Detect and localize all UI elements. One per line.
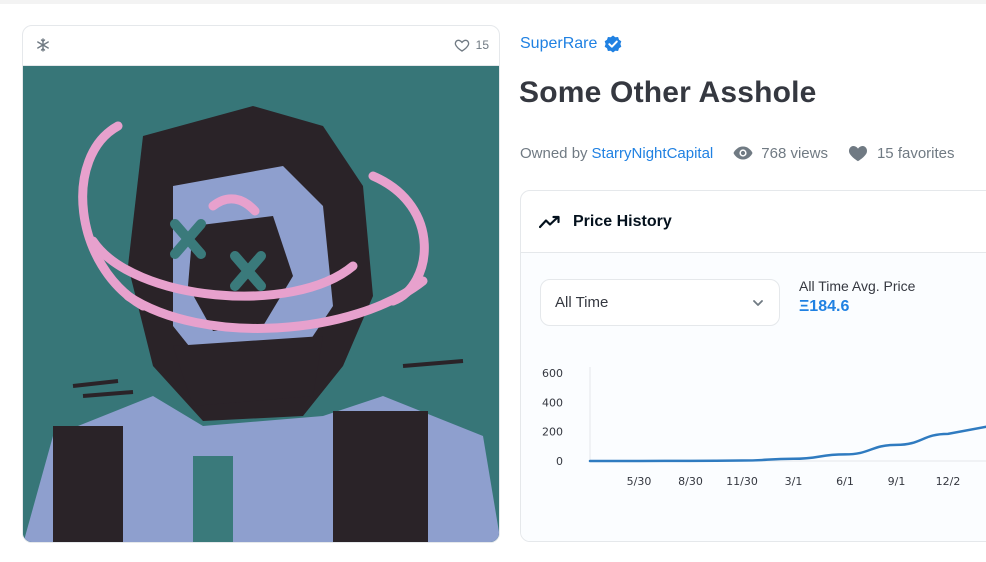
chevron-down-icon	[751, 296, 765, 310]
y-tick-label: 0	[556, 455, 563, 468]
y-tick-label: 600	[542, 367, 563, 380]
favorite-count: 15	[475, 38, 489, 52]
x-tick-label: 11/30	[726, 475, 758, 488]
price-history-chart: 600 400 200 0 5/30 8/30 11/30 3/1 6/1 9/1 12/2	[542, 367, 986, 488]
price-history-title: Price History	[573, 212, 672, 230]
x-tick-label: 6/1	[836, 475, 854, 488]
snowflake-icon	[35, 37, 51, 53]
favorite-button[interactable]: 15	[454, 37, 489, 53]
trending-up-icon	[538, 215, 561, 229]
price-series-line	[588, 425, 986, 463]
x-tick-label: 5/30	[627, 475, 652, 488]
y-tick-label: 200	[542, 426, 563, 439]
avg-price-block: All Time Avg. Price Ξ184.6	[799, 278, 915, 316]
price-history-body: All Time All Time Avg. Price Ξ184.6 600 4…	[521, 253, 986, 541]
avg-price-value: Ξ184.6	[799, 298, 850, 315]
y-tick-label: 400	[542, 396, 563, 409]
price-history-panel: Price History All Time All Time Avg. Pri…	[520, 190, 986, 542]
owned-by-label: Owned by	[520, 144, 588, 162]
x-tick-label: 3/1	[785, 475, 803, 488]
nft-artwork-image[interactable]	[23, 66, 499, 542]
collection-row: SuperRare	[520, 34, 623, 54]
nft-card: 15	[22, 25, 500, 543]
favorites-count: 15 favorites	[848, 144, 955, 162]
x-tick-label: 8/30	[678, 475, 703, 488]
heart-outline-icon	[454, 37, 470, 53]
views-label: 768 views	[761, 144, 828, 162]
eye-icon	[733, 146, 753, 160]
top-divider	[0, 0, 986, 4]
verified-badge-icon	[603, 34, 623, 54]
card-header: 15	[23, 26, 499, 66]
collection-link[interactable]: SuperRare	[520, 35, 597, 53]
meta-row: Owned by StarryNightCapital 768 views 15…	[520, 144, 955, 162]
nft-title: Some Other Asshole	[519, 76, 817, 109]
x-tick-label: 9/1	[888, 475, 906, 488]
period-select-value: All Time	[555, 294, 609, 311]
x-tick-label: 12/2	[936, 475, 961, 488]
views-count: 768 views	[733, 145, 828, 162]
owner-link[interactable]: StarryNightCapital	[592, 145, 714, 162]
artwork-illustration	[23, 66, 499, 542]
favorites-label: 15 favorites	[876, 144, 955, 162]
period-select[interactable]: All Time	[540, 279, 780, 326]
heart-icon	[848, 144, 868, 162]
price-history-header[interactable]: Price History	[521, 191, 986, 253]
avg-price-label: All Time Avg. Price	[799, 278, 916, 294]
